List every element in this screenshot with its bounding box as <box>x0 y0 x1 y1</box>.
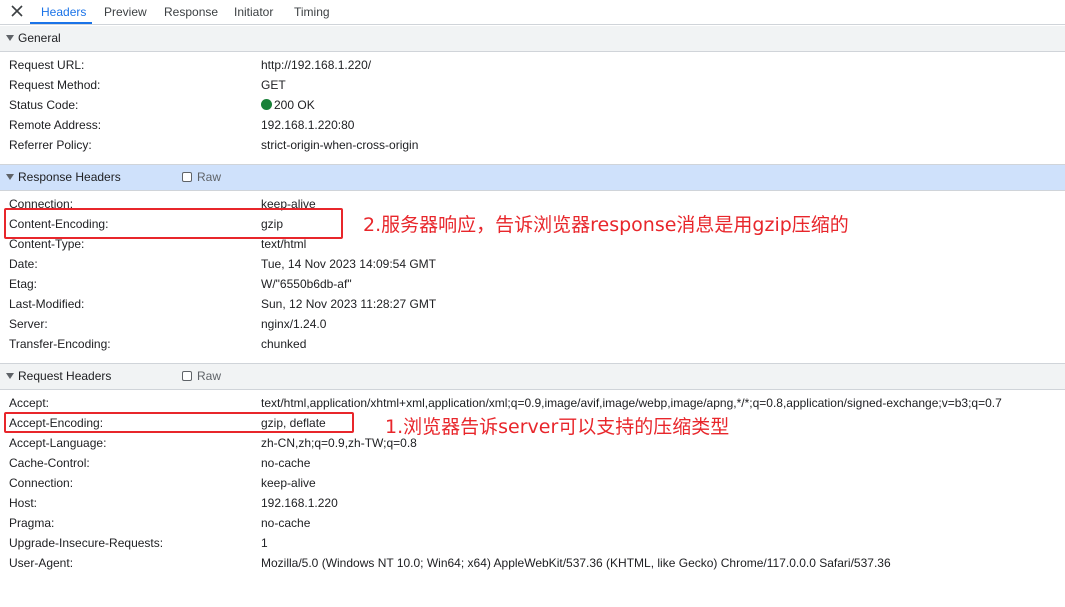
header-key: Pragma: <box>9 516 55 530</box>
header-value: no-cache <box>261 456 311 470</box>
header-key: Date: <box>9 257 38 271</box>
devtools-tabbar: Headers Preview Response Initiator Timin… <box>0 0 1065 25</box>
header-value: http://192.168.1.220/ <box>261 58 372 72</box>
header-row: User-Agent: Mozilla/5.0 (Windows NT 10.0… <box>0 553 1065 573</box>
section-title: Response Headers <box>18 170 121 184</box>
tab-response[interactable]: Response <box>164 0 218 24</box>
response-headers-section-header[interactable]: Response Headers Raw <box>0 164 1065 191</box>
header-row: Cache-Control: no-cache <box>0 453 1065 473</box>
header-row: Connection: keep-alive <box>0 473 1065 493</box>
triangle-down-icon <box>6 174 14 180</box>
header-value: 192.168.1.220 <box>261 496 338 510</box>
header-key: Upgrade-Insecure-Requests: <box>9 536 164 550</box>
raw-label: Raw <box>197 369 222 383</box>
tab-preview[interactable]: Preview <box>104 0 147 24</box>
header-value: strict-origin-when-cross-origin <box>261 138 419 152</box>
header-row: Upgrade-Insecure-Requests: 1 <box>0 533 1065 553</box>
status-text: 200 OK <box>274 98 315 112</box>
header-key: Etag: <box>9 277 38 291</box>
header-key: Referrer Policy: <box>9 138 92 152</box>
header-value: no-cache <box>261 516 311 530</box>
header-row: Last-Modified: Sun, 12 Nov 2023 11:28:27… <box>0 294 1065 314</box>
header-key: Transfer-Encoding: <box>9 337 111 351</box>
active-tab-indicator <box>30 22 92 24</box>
header-row: Request Method: GET <box>0 75 1065 95</box>
header-row: Request URL: http://192.168.1.220/ <box>0 55 1065 75</box>
close-icon[interactable] <box>9 3 25 19</box>
tab-timing[interactable]: Timing <box>294 0 330 24</box>
header-row: Host: 192.168.1.220 <box>0 493 1065 513</box>
raw-checkbox[interactable] <box>182 371 192 381</box>
header-row: Pragma: no-cache <box>0 513 1065 533</box>
header-row: Server: nginx/1.24.0 <box>0 314 1065 334</box>
response-annotation: 2.服务器响应，告诉浏览器response消息是用gzip压缩的 <box>363 214 849 236</box>
content-encoding-highlight-box <box>4 208 343 239</box>
header-value: Mozilla/5.0 (Windows NT 10.0; Win64; x64… <box>261 556 891 570</box>
tab-initiator[interactable]: Initiator <box>234 0 273 24</box>
header-key: User-Agent: <box>9 556 74 570</box>
header-value: nginx/1.24.0 <box>261 317 327 331</box>
header-value: text/html,application/xhtml+xml,applicat… <box>261 396 1002 410</box>
header-row: Referrer Policy: strict-origin-when-cros… <box>0 135 1065 155</box>
header-value: GET <box>261 78 286 92</box>
header-key: Cache-Control: <box>9 456 90 470</box>
header-value: Tue, 14 Nov 2023 14:09:54 GMT <box>261 257 436 271</box>
header-row: Transfer-Encoding: chunked <box>0 334 1065 354</box>
header-key: Status Code: <box>9 98 79 112</box>
header-row: Accept: text/html,application/xhtml+xml,… <box>0 393 1065 413</box>
header-key: Host: <box>9 496 38 510</box>
header-row: Remote Address: 192.168.1.220:80 <box>0 115 1065 135</box>
section-title: General <box>18 31 61 45</box>
triangle-down-icon <box>6 373 14 379</box>
header-key: Server: <box>9 317 48 331</box>
header-key: Request Method: <box>9 78 101 92</box>
status-ok-icon <box>261 99 272 110</box>
header-row: Etag: W/"6550b6db-af" <box>0 274 1065 294</box>
raw-checkbox[interactable] <box>182 172 192 182</box>
general-section-header[interactable]: General <box>0 26 1065 52</box>
raw-label: Raw <box>197 170 222 184</box>
header-value: chunked <box>261 337 307 351</box>
header-key: Remote Address: <box>9 118 102 132</box>
header-key: Last-Modified: <box>9 297 85 311</box>
header-key: Connection: <box>9 476 74 490</box>
request-annotation: 1.浏览器告诉server可以支持的压缩类型 <box>385 416 730 438</box>
header-value: 1 <box>261 536 268 550</box>
request-headers-section-header[interactable]: Request Headers Raw <box>0 363 1065 390</box>
accept-encoding-highlight-box <box>4 412 354 433</box>
header-value: Sun, 12 Nov 2023 11:28:27 GMT <box>261 297 437 311</box>
header-row: Date: Tue, 14 Nov 2023 14:09:54 GMT <box>0 254 1065 274</box>
header-value: W/"6550b6db-af" <box>261 277 352 291</box>
header-row: Status Code: 200 OK <box>0 95 1065 115</box>
triangle-down-icon <box>6 35 14 41</box>
header-key: Accept-Language: <box>9 436 107 450</box>
header-key: Request URL: <box>9 58 85 72</box>
header-value: keep-alive <box>261 476 316 490</box>
section-title: Request Headers <box>18 369 112 383</box>
header-key: Accept: <box>9 396 50 410</box>
header-value: 200 OK <box>261 95 315 115</box>
header-value: 192.168.1.220:80 <box>261 118 355 132</box>
tab-headers[interactable]: Headers <box>41 0 86 24</box>
